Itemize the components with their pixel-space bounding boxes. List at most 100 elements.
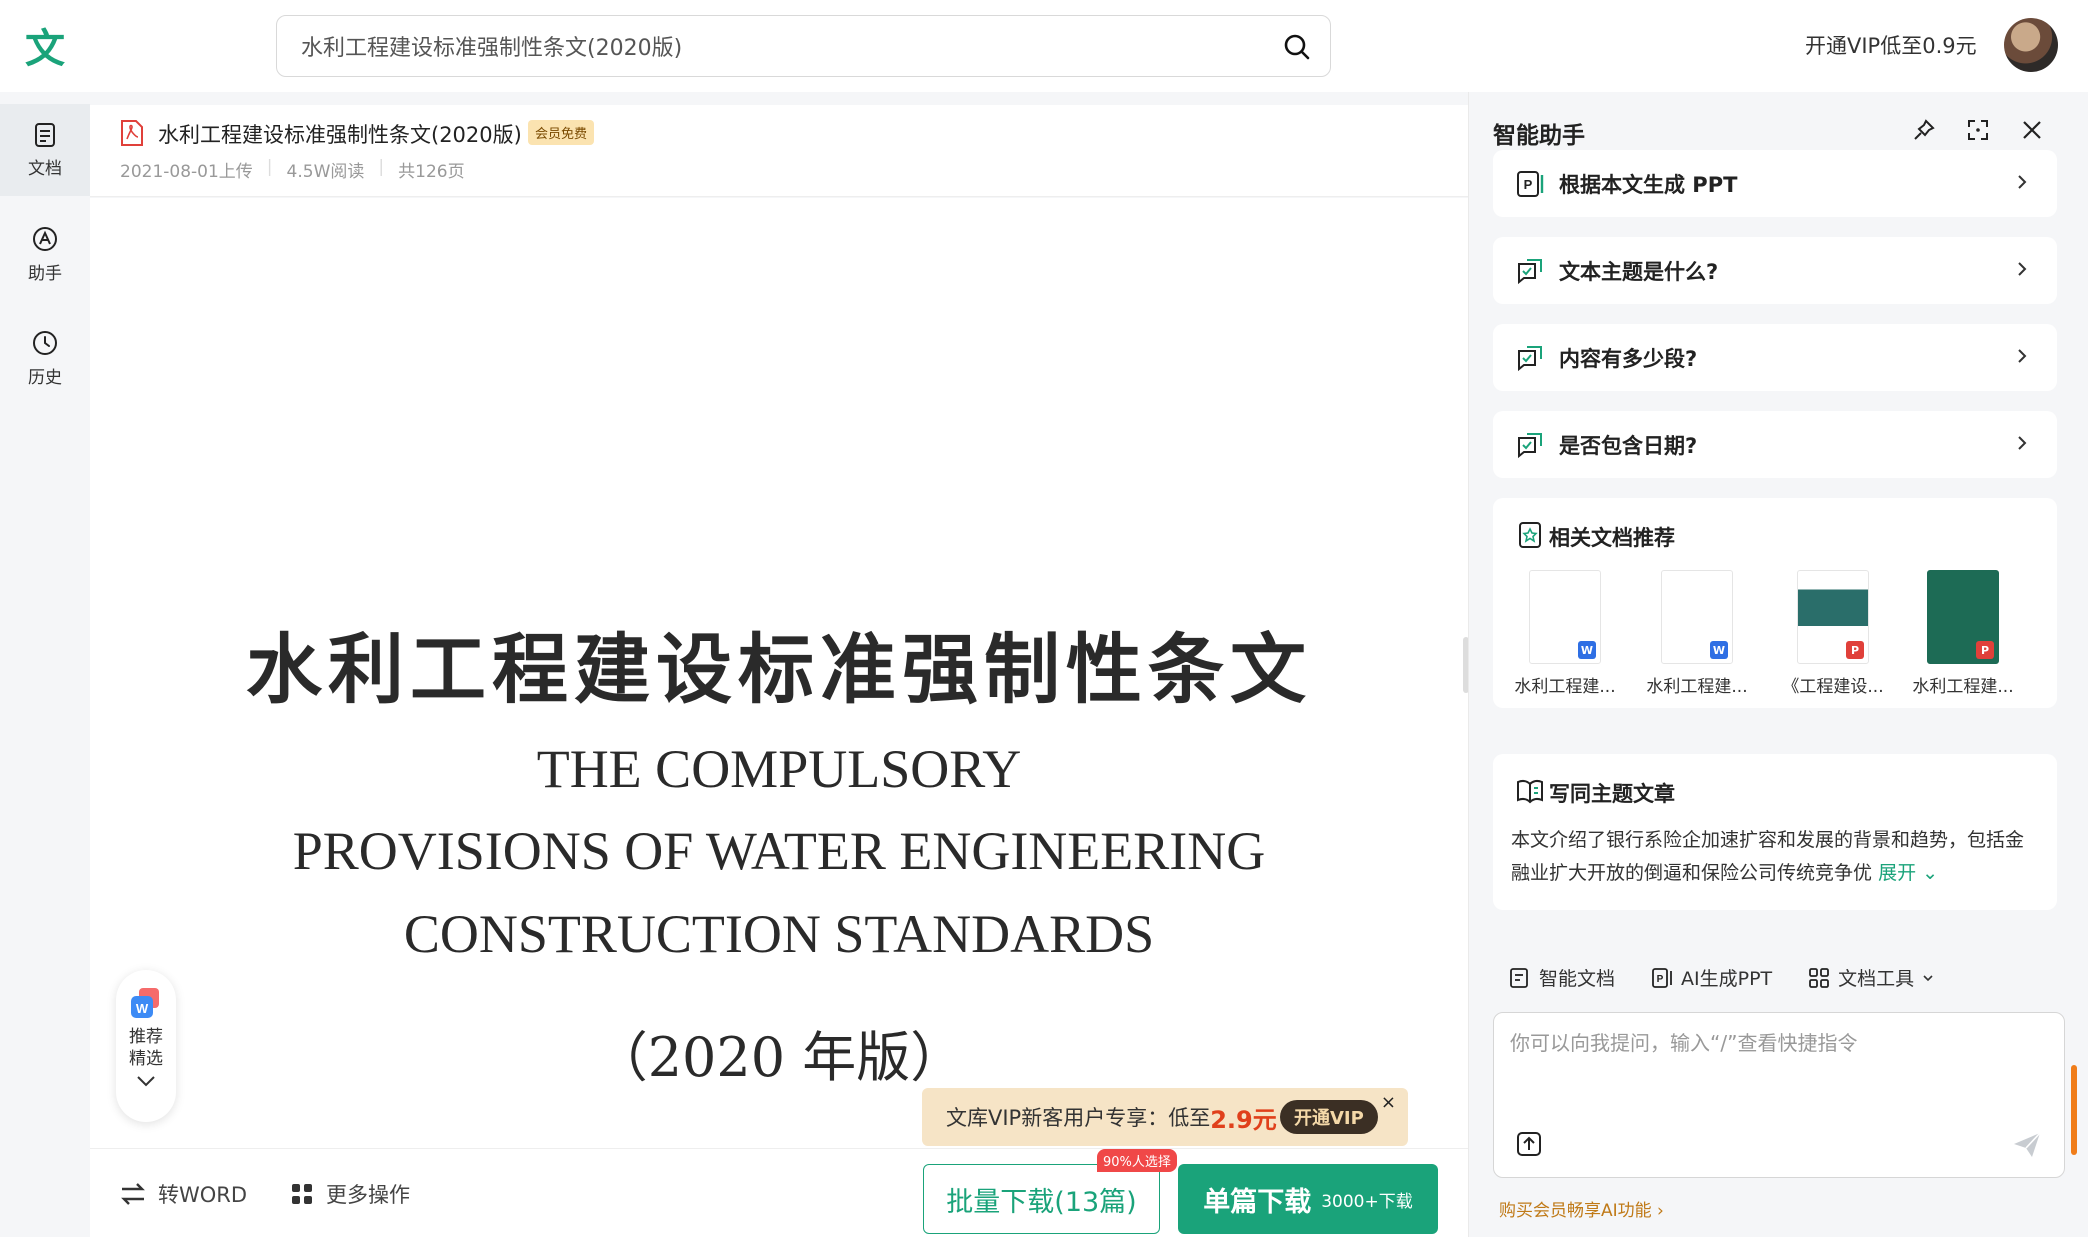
write-article-card[interactable]: 写同主题文章 本文介绍了银行系险企加速扩容和发展的背景和趋势，包括金融业扩大开放…	[1493, 754, 2057, 910]
doc-thumbnail: W	[1661, 570, 1733, 664]
related-doc-item[interactable]: W 水利工程建...	[1505, 570, 1625, 697]
recommend-widget[interactable]: W 推荐精选	[116, 970, 176, 1122]
question-text: 根据本文生成 PPT	[1559, 172, 1738, 197]
popular-choice-tag: 90%人选择	[1097, 1149, 1177, 1172]
page-count: 共126页	[398, 162, 465, 182]
doc-tools-label: 文档工具	[1838, 968, 1915, 990]
doc-thumbnail: P	[1797, 570, 1869, 664]
question-text: 文本主题是什么?	[1559, 259, 1719, 284]
single-download-button[interactable]: 单篇下载 3000+下载	[1178, 1164, 1438, 1234]
upload-icon[interactable]	[1516, 1131, 1542, 1157]
logo-mark: 文	[25, 26, 65, 72]
assistant-scrollbar[interactable]	[2071, 1065, 2077, 1155]
send-icon[interactable]	[2012, 1131, 2042, 1159]
related-docs-title: 相关文档推荐	[1549, 526, 1675, 550]
convert-word-label: 转WORD	[158, 1183, 248, 1207]
more-actions-label: 更多操作	[326, 1183, 410, 1207]
related-doc-name: 《工程建设...	[1782, 677, 1884, 697]
related-doc-item[interactable]: P 《工程建设...	[1773, 570, 1893, 697]
chevron-right-icon	[2018, 436, 2027, 450]
cover-title-cn: 水利工程建设标准强制性条文	[246, 625, 1312, 714]
recommend-label: 推荐精选	[129, 1027, 163, 1069]
nav-item-history[interactable]: 历史	[0, 312, 90, 404]
nav-item-document[interactable]: 文档	[0, 104, 90, 196]
doc-thumbnail: W	[1529, 570, 1601, 664]
ppt-icon: P	[1517, 170, 1544, 197]
chevron-right-icon	[2018, 175, 2027, 189]
open-vip-button[interactable]: 开通VIP	[1280, 1100, 1378, 1134]
document-header: 水利工程建设标准强制性条文(2020版) 会员免费 2021-08-01上传 |…	[90, 105, 1468, 197]
write-article-summary: 本文介绍了银行系险企加速扩容和发展的背景和趋势，包括金融业扩大开放的倒逼和保险公…	[1511, 824, 2041, 890]
nav-label: 助手	[28, 263, 62, 284]
related-doc-item[interactable]: P 水利工程建...	[1903, 570, 2023, 697]
assistant-input[interactable]: 你可以向我提问，输入“/”查看快捷指令	[1493, 1012, 2065, 1178]
pdf-icon: P	[1976, 641, 1994, 659]
assistant-toolbar	[1912, 118, 2044, 142]
svg-text:P: P	[1657, 974, 1664, 985]
smart-doc-label: 智能文档	[1539, 968, 1616, 990]
vip-promo-link[interactable]: 开通VIP低至0.9元	[1805, 30, 1977, 60]
related-doc-name: 水利工程建...	[1514, 677, 1616, 697]
related-doc-item[interactable]: W 水利工程建...	[1637, 570, 1757, 697]
chevron-right-icon	[2018, 262, 2027, 276]
question-text: 是否包含日期?	[1559, 433, 1698, 458]
assistant-panel: 智能助手 P 根据本文生成 PPT 文本主题是什么? 内容有多少段? 是否包含日…	[1468, 92, 2088, 1237]
expand-link[interactable]: 展开 ⌄	[1878, 862, 1938, 884]
chat-check-icon	[1518, 258, 1542, 284]
member-free-badge: 会员免费	[528, 120, 595, 145]
grid-icon	[292, 1184, 312, 1204]
document-page: 水利工程建设标准强制性条文 THE COMPULSORY PROVISIONS …	[90, 198, 1468, 1148]
more-actions-button[interactable]: 更多操作	[290, 1179, 410, 1209]
doc-tools-dropdown[interactable]: 文档工具	[1808, 964, 1934, 991]
vip-banner: 文库VIP新客用户专享：低至 2.9元 开通VIP ×	[922, 1088, 1408, 1146]
tools-grid-icon	[1809, 967, 1830, 988]
ai-ppt-button[interactable]: P AI生成PPT	[1651, 964, 1772, 991]
logo[interactable]: 文	[20, 20, 70, 72]
bottom-action-bar: 转WORD 更多操作 批量下载(13篇) 90%人选择 单篇下载 3000+下载	[90, 1148, 1468, 1237]
chat-check-icon	[1518, 345, 1542, 371]
svg-text:P: P	[1524, 177, 1533, 192]
input-placeholder: 你可以向我提问，输入“/”查看快捷指令	[1510, 1031, 1858, 1055]
document-icon	[35, 122, 55, 147]
nav-item-assistant[interactable]: 助手	[0, 208, 90, 300]
close-icon[interactable]	[2020, 118, 2044, 142]
read-count: 4.5W阅读	[286, 162, 365, 182]
cover-edition: （2020 年版）	[593, 1026, 965, 1089]
nav-label: 文档	[28, 158, 62, 179]
history-icon	[33, 330, 57, 355]
doc-thumbnail: P	[1927, 570, 1999, 664]
convert-word-button[interactable]: 转WORD	[120, 1179, 247, 1209]
question-card-date[interactable]: 是否包含日期?	[1493, 411, 2057, 478]
chevron-down-icon	[1923, 974, 1933, 981]
question-card-topic[interactable]: 文本主题是什么?	[1493, 237, 2057, 304]
summary-text: 本文介绍了银行系险企加速扩容和发展的背景和趋势，包括金融业扩大开放的倒逼和保险公…	[1511, 829, 2025, 884]
chevron-down-icon[interactable]	[135, 1074, 157, 1088]
write-article-title: 写同主题文章	[1549, 782, 1675, 806]
ppt-icon: P	[1652, 967, 1672, 988]
pin-icon[interactable]	[1912, 118, 1936, 142]
download-count: 3000+下载	[1321, 1191, 1413, 1212]
pdf-icon: P	[1846, 641, 1864, 659]
document-title: 水利工程建设标准强制性条文(2020版)	[158, 123, 522, 147]
cover-title-en-line2: PROVISIONS OF WATER ENGINEERING	[292, 821, 1266, 881]
smart-doc-button[interactable]: 智能文档	[1509, 964, 1615, 991]
single-download-label: 单篇下载	[1203, 1186, 1312, 1218]
word-recommend-icon: W	[131, 988, 159, 1018]
word-icon: W	[1710, 641, 1728, 659]
avatar[interactable]	[2004, 18, 2058, 72]
buy-vip-ai-link[interactable]: 购买会员畅享AI功能 ›	[1499, 1196, 1664, 1221]
nav-label: 历史	[28, 367, 62, 388]
left-nav: 文档 助手 历史	[0, 92, 90, 1237]
question-card-ppt[interactable]: P 根据本文生成 PPT	[1493, 150, 2057, 217]
fullscreen-icon[interactable]	[1966, 118, 1990, 142]
top-bar: 文 水利工程建设标准强制性条文(2020版) 开通VIP低至0.9元	[0, 0, 2088, 92]
cover-title-en-line1: THE COMPULSORY	[536, 739, 1022, 799]
search-icon[interactable]	[1280, 30, 1314, 64]
batch-download-button[interactable]: 批量下载(13篇)	[923, 1164, 1160, 1234]
vip-banner-text: 文库VIP新客用户专享：低至	[946, 1106, 1211, 1130]
related-doc-name: 水利工程建...	[1646, 677, 1748, 697]
document-meta: 2021-08-01上传 | 4.5W阅读 | 共126页	[120, 157, 465, 182]
search-input[interactable]: 水利工程建设标准强制性条文(2020版)	[276, 15, 1331, 77]
close-icon[interactable]: ×	[1381, 1092, 1396, 1113]
question-card-paragraphs[interactable]: 内容有多少段?	[1493, 324, 2057, 391]
